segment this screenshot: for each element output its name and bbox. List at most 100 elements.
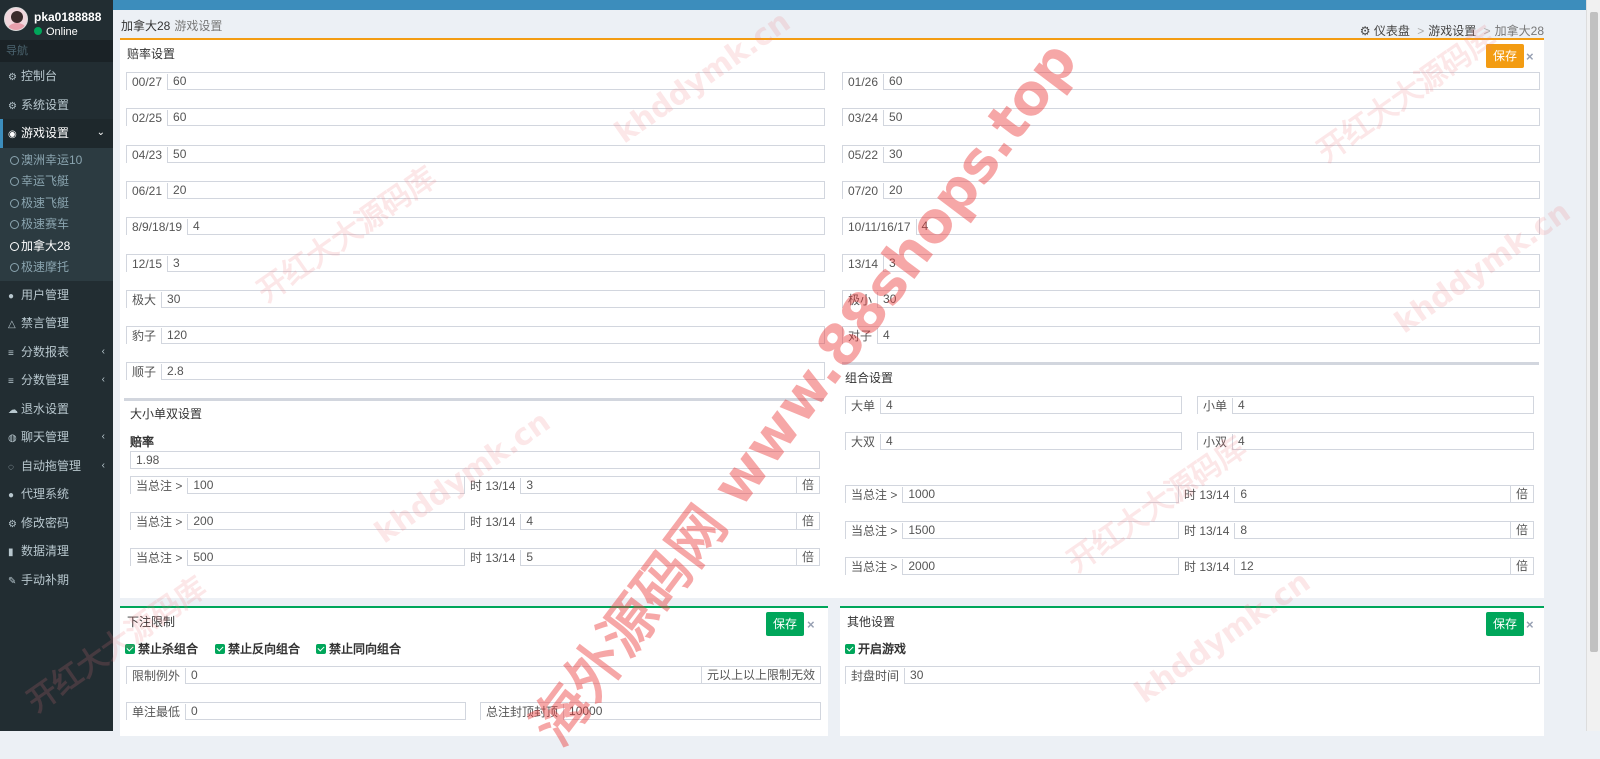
field-input[interactable]: 12 <box>1235 558 1510 574</box>
field-input[interactable]: 30 <box>884 146 1539 162</box>
other-save-button[interactable]: 保存 <box>1486 612 1525 636</box>
submenu-item-2[interactable]: 极速飞艇 <box>0 193 113 215</box>
odds-field-left[interactable]: 8/9/18/19 4 <box>126 217 825 236</box>
odds-field-right[interactable]: 10/11/16/17 4 <box>842 217 1540 236</box>
checkbox-icon[interactable] <box>845 644 855 654</box>
field-input[interactable]: 4 <box>878 327 1539 343</box>
combo-pair-field[interactable]: 小双 4 <box>1197 432 1534 450</box>
field-input[interactable]: 3 <box>168 255 824 271</box>
odds-field-right[interactable]: 极小 30 <box>842 289 1540 308</box>
avatar[interactable] <box>4 7 28 31</box>
close-time-field[interactable]: 封盘时间 30 <box>845 666 1540 684</box>
submenu-item-4[interactable]: 加拿大28 <box>0 236 113 258</box>
sidebar-item-10[interactable]: ● 代理系统 <box>0 480 113 509</box>
sidebar-item-9[interactable]: ◌ 自动拖管理 ‹ <box>0 452 113 481</box>
field-input[interactable]: 50 <box>884 109 1539 125</box>
sidebar-item-6[interactable]: ≡ 分数管理 ‹ <box>0 366 113 395</box>
field-input[interactable]: 50 <box>168 146 824 162</box>
field-input[interactable]: 6 <box>1235 486 1510 502</box>
odds-field-right[interactable]: 13/14 3 <box>842 253 1540 272</box>
odds-field-right[interactable]: 05/22 30 <box>842 144 1540 163</box>
field-input[interactable]: 60 <box>168 109 824 125</box>
rate-input[interactable]: 1.98 <box>130 451 820 469</box>
combo-pair-field[interactable]: 大双 4 <box>845 432 1182 450</box>
field-input[interactable]: 4 <box>1233 397 1533 413</box>
field-input[interactable]: 200 <box>188 513 465 529</box>
field-input[interactable]: 1500 <box>903 522 1179 538</box>
field-input[interactable]: 1000 <box>903 486 1179 502</box>
sidebar-item-5[interactable]: ≡ 分数报表 ‹ <box>0 338 113 367</box>
max-bet-field[interactable]: 总注封顶封顶 10000 <box>480 702 821 720</box>
field-input[interactable]: 500 <box>188 549 465 565</box>
combo-pair-field[interactable]: 大单 4 <box>845 396 1182 414</box>
save-button[interactable]: 保存 <box>1486 44 1525 68</box>
field-input[interactable]: 120 <box>162 327 824 343</box>
bet-limit-save-button[interactable]: 保存 <box>766 612 805 636</box>
combo-row-amount[interactable]: 当总注 >2000 <box>845 557 1180 575</box>
odds-field-left[interactable]: 06/21 20 <box>126 180 825 199</box>
field-input[interactable]: 3 <box>521 477 796 493</box>
odds-field-left[interactable]: 极大 30 <box>126 289 825 308</box>
field-input[interactable]: 4 <box>1233 433 1533 449</box>
exception-input[interactable]: 0 <box>186 667 701 683</box>
odds-field-left[interactable]: 顺子 2.8 <box>126 362 825 381</box>
checkbox-enable-game[interactable]: 开启游戏 <box>845 640 906 657</box>
sidebar-item-7[interactable]: ☁ 退水设置 <box>0 395 113 424</box>
sidebar-item-13[interactable]: ✎ 手动补期 <box>0 566 113 595</box>
checkbox-icon[interactable] <box>215 644 225 654</box>
submenu-item-5[interactable]: 极速摩托 <box>0 257 113 279</box>
checkbox-ban-same-combo[interactable]: 禁止同向组合 <box>316 640 401 657</box>
dxds-row-amount[interactable]: 当总注 >200 <box>130 512 466 530</box>
dxds-row-multiplier[interactable]: 时 13/14 5 倍 <box>464 548 820 566</box>
field-input[interactable]: 4 <box>917 218 1539 234</box>
close-icon[interactable]: × <box>1526 617 1534 632</box>
sidebar-item-8[interactable]: ◍ 聊天管理 ‹ <box>0 423 113 452</box>
submenu-item-1[interactable]: 幸运飞艇 <box>0 171 113 193</box>
odds-field-left[interactable]: 豹子 120 <box>126 326 825 345</box>
field-input[interactable]: 30 <box>878 291 1539 307</box>
close-icon[interactable]: × <box>807 617 815 632</box>
checkbox-icon[interactable] <box>125 644 135 654</box>
breadcrumb-section[interactable]: 游戏设置 <box>1428 24 1476 38</box>
field-input[interactable]: 60 <box>168 73 824 89</box>
odds-field-left[interactable]: 12/15 3 <box>126 253 825 272</box>
combo-row-amount[interactable]: 当总注 >1500 <box>845 521 1180 539</box>
odds-field-right[interactable]: 对子 4 <box>842 326 1540 345</box>
field-input[interactable]: 2.8 <box>162 363 824 379</box>
submenu-item-3[interactable]: 极速赛车 <box>0 214 113 236</box>
sidebar-item-1[interactable]: ⚙ 系统设置 <box>0 91 113 120</box>
exception-field[interactable]: 限制例外 0 元以上以上限制无效 <box>126 666 821 684</box>
combo-row-amount[interactable]: 当总注 >1000 <box>845 485 1180 503</box>
dxds-row-multiplier[interactable]: 时 13/14 3 倍 <box>464 476 820 494</box>
field-input[interactable]: 20 <box>168 182 824 198</box>
odds-field-left[interactable]: 00/27 60 <box>126 72 825 90</box>
sidebar-item-4[interactable]: △ 禁言管理 <box>0 309 113 338</box>
sidebar-item-11[interactable]: ⚙ 修改密码 <box>0 509 113 538</box>
field-input[interactable]: 30 <box>162 291 824 307</box>
sidebar-item-12[interactable]: ▮ 数据清理 <box>0 537 113 566</box>
combo-row-multiplier[interactable]: 时 13/14 12 倍 <box>1178 557 1534 575</box>
dxds-row-amount[interactable]: 当总注 >100 <box>130 476 466 494</box>
min-bet-field[interactable]: 单注最低 0 <box>126 702 466 720</box>
field-input[interactable]: 60 <box>884 73 1539 89</box>
sidebar-item-3[interactable]: ● 用户管理 <box>0 281 113 310</box>
sidebar-item-0[interactable]: ⚙ 控制台 <box>0 62 113 91</box>
field-input[interactable]: 4 <box>881 433 1181 449</box>
field-input[interactable]: 4 <box>521 513 796 529</box>
field-input[interactable]: 8 <box>1235 522 1510 538</box>
field-input[interactable]: 20 <box>884 182 1539 198</box>
field-input[interactable]: 4 <box>188 218 824 234</box>
combo-pair-field[interactable]: 小单 4 <box>1197 396 1534 414</box>
checkbox-ban-reverse-combo[interactable]: 禁止反向组合 <box>215 640 300 657</box>
combo-row-multiplier[interactable]: 时 13/14 6 倍 <box>1178 485 1534 503</box>
combo-row-multiplier[interactable]: 时 13/14 8 倍 <box>1178 521 1534 539</box>
odds-field-left[interactable]: 02/25 60 <box>126 108 825 127</box>
close-icon[interactable]: × <box>1526 49 1534 64</box>
odds-field-right[interactable]: 01/26 60 <box>842 72 1540 90</box>
min-bet-input[interactable]: 0 <box>186 703 465 719</box>
max-bet-input[interactable]: 10000 <box>564 703 820 719</box>
dxds-row-multiplier[interactable]: 时 13/14 4 倍 <box>464 512 820 530</box>
sidebar-item-2[interactable]: ◉ 游戏设置 ⌄ <box>0 119 113 148</box>
scroll-thumb[interactable] <box>1590 12 1598 652</box>
field-input[interactable]: 100 <box>188 477 465 493</box>
